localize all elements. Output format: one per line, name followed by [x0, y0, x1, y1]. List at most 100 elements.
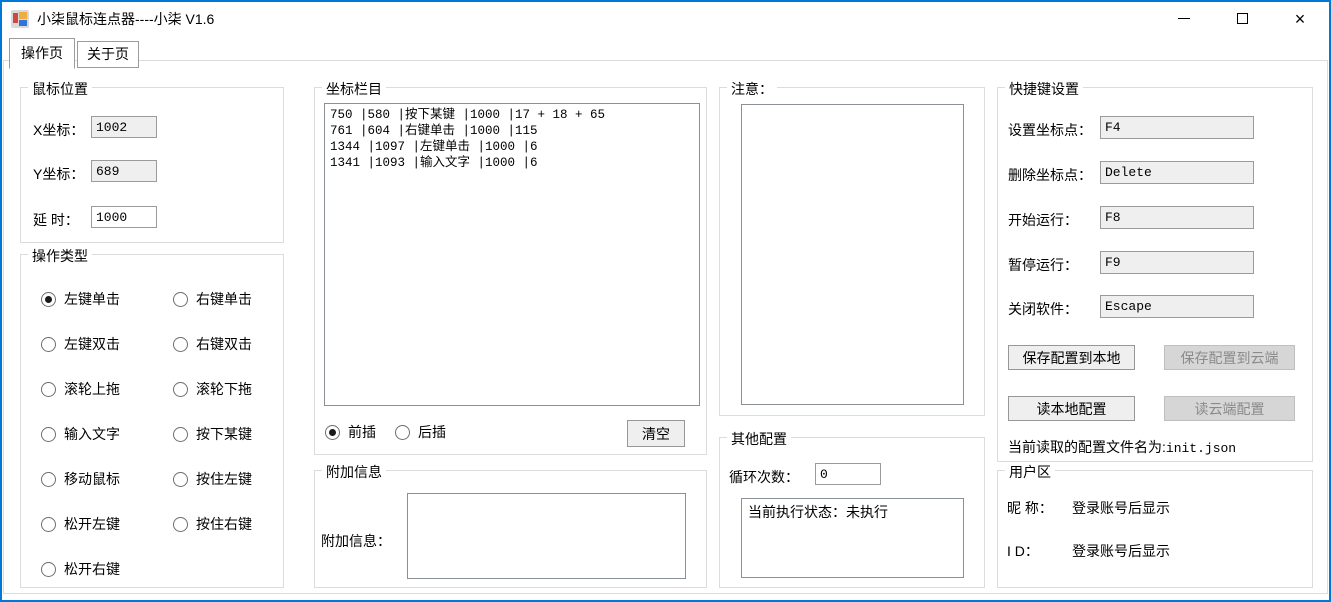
- save-config-local-button[interactable]: 保存配置到本地: [1008, 345, 1135, 370]
- execution-status-text: 当前执行状态：未执行: [748, 504, 888, 520]
- delay-label: 延 时：: [33, 210, 79, 230]
- group-operation-type-title: 操作类型: [28, 246, 92, 266]
- window-title: 小柒鼠标连点器----小柒 V1.6: [37, 9, 214, 29]
- hotkey-start-run-field[interactable]: [1100, 206, 1254, 229]
- radio-label: 松开左键: [64, 514, 120, 534]
- radio-left-double-click[interactable]: 左键双击: [41, 330, 173, 358]
- radio-label: 左键双击: [64, 334, 120, 354]
- y-coordinate-label: Y坐标：: [33, 164, 84, 184]
- radio-move-mouse[interactable]: 移动鼠标: [41, 465, 173, 493]
- radio-left-click[interactable]: 左键单击: [41, 285, 173, 313]
- radio-right-click[interactable]: 右键单击: [173, 285, 252, 313]
- radio-press-key[interactable]: 按下某键: [173, 420, 252, 448]
- radio-hold-right[interactable]: 按住右键: [173, 510, 252, 538]
- window-minimize-icon: [1178, 18, 1190, 19]
- insert-mode-options: 前插 后插: [325, 422, 446, 442]
- hotkey-pause-run-label: 暂停运行：: [1008, 255, 1078, 275]
- clear-button[interactable]: 清空: [627, 420, 685, 447]
- tab-about-page[interactable]: 关于页: [77, 41, 139, 68]
- coordinate-listbox[interactable]: 750 |580 |按下某键 |1000 |17 + 18 + 65 761 |…: [324, 103, 700, 406]
- window-maximize-icon: [1237, 13, 1248, 24]
- group-extra-info: 附加信息 附加信息：: [314, 470, 707, 588]
- group-coordinate-list-title: 坐标栏目: [322, 79, 386, 99]
- x-coordinate-field[interactable]: [91, 116, 157, 138]
- title-bar: 小柒鼠标连点器----小柒 V1.6 ×: [2, 2, 1329, 35]
- radio-label: 右键单击: [196, 289, 252, 309]
- hotkey-close-app-label: 关闭软件：: [1008, 299, 1078, 319]
- radio-label: 移动鼠标: [64, 469, 120, 489]
- group-hotkey-settings-title: 快捷键设置: [1005, 79, 1083, 99]
- radio-hold-left[interactable]: 按住左键: [173, 465, 252, 493]
- app-grid-icon: [11, 10, 29, 28]
- tab-operation-page[interactable]: 操作页: [9, 38, 75, 69]
- y-coordinate-field[interactable]: [91, 160, 157, 182]
- read-config-local-button[interactable]: 读本地配置: [1008, 396, 1135, 421]
- window-close-icon: ×: [1295, 10, 1306, 28]
- group-hotkey-settings: 快捷键设置 设置坐标点： 删除坐标点： 开始运行： 暂停运行： 关闭软件： 保存…: [997, 87, 1313, 462]
- radio-label: 左键单击: [64, 289, 120, 309]
- group-extra-info-title: 附加信息: [322, 462, 386, 482]
- tab-strip: 操作页 关于页: [9, 38, 141, 68]
- radio-icon: [173, 337, 188, 352]
- group-notice-title: 注意：: [727, 79, 777, 99]
- radio-icon: [395, 425, 410, 440]
- radio-icon: [41, 337, 56, 352]
- radio-right-double-click[interactable]: 右键双击: [173, 330, 252, 358]
- radio-label: 松开右键: [64, 559, 120, 579]
- hotkey-start-run-label: 开始运行：: [1008, 210, 1078, 230]
- delay-field[interactable]: [91, 206, 157, 228]
- radio-input-text[interactable]: 输入文字: [41, 420, 173, 448]
- window-controls: ×: [1155, 2, 1329, 35]
- radio-icon: [173, 472, 188, 487]
- radio-scroll-down[interactable]: 滚轮下拖: [173, 375, 252, 403]
- nickname-label: 昵 称：: [1007, 498, 1053, 518]
- group-coordinate-list: 坐标栏目 750 |580 |按下某键 |1000 |17 + 18 + 65 …: [314, 87, 707, 455]
- coordinate-list-item[interactable]: 1341 |1093 |输入文字 |1000 |6: [330, 155, 694, 171]
- radio-icon: [41, 472, 56, 487]
- read-config-cloud-button: 读云端配置: [1164, 396, 1295, 421]
- radio-insert-back[interactable]: 后插: [395, 422, 446, 442]
- radio-label: 后插: [418, 422, 446, 442]
- notice-textbox[interactable]: [741, 104, 964, 405]
- radio-icon: [173, 517, 188, 532]
- group-user-area: 用户区 昵 称： 登录账号后显示 I D： 登录账号后显示: [997, 470, 1313, 588]
- group-notice: 注意：: [719, 87, 985, 416]
- group-operation-type: 操作类型 左键单击 右键单击 左键双击 右键双击 滚轮上拖 滚轮下拖 输入文字 …: [20, 254, 284, 588]
- radio-release-right[interactable]: 松开右键: [41, 555, 173, 583]
- hotkey-close-app-field[interactable]: [1100, 295, 1254, 318]
- radio-icon: [41, 517, 56, 532]
- radio-scroll-up[interactable]: 滚轮上拖: [41, 375, 173, 403]
- config-file-line: 当前读取的配置文件名为:init.json: [1008, 437, 1236, 457]
- radio-icon: [41, 427, 56, 442]
- coordinate-list-item[interactable]: 1344 |1097 |左键单击 |1000 |6: [330, 139, 694, 155]
- radio-insert-front[interactable]: 前插: [325, 422, 376, 442]
- radio-label: 输入文字: [64, 424, 120, 444]
- radio-label: 按下某键: [196, 424, 252, 444]
- radio-label: 滚轮下拖: [196, 379, 252, 399]
- radio-icon: [41, 292, 56, 307]
- radio-label: 右键双击: [196, 334, 252, 354]
- hotkey-delete-point-field[interactable]: [1100, 161, 1254, 184]
- execution-status-box: 当前执行状态：未执行: [741, 498, 964, 578]
- hotkey-pause-run-field[interactable]: [1100, 251, 1254, 274]
- coordinate-list-item[interactable]: 761 |604 |右键单击 |1000 |115: [330, 123, 694, 139]
- coordinate-list-item[interactable]: 750 |580 |按下某键 |1000 |17 + 18 + 65: [330, 107, 694, 123]
- minimize-button[interactable]: [1155, 2, 1213, 35]
- loop-count-label: 循环次数：: [729, 467, 799, 487]
- radio-label: 滚轮上拖: [64, 379, 120, 399]
- group-other-config-title: 其他配置: [727, 429, 791, 449]
- save-config-cloud-button: 保存配置到云端: [1164, 345, 1295, 370]
- radio-label: 按住右键: [196, 514, 252, 534]
- loop-count-field[interactable]: [815, 463, 881, 485]
- hotkey-set-point-field[interactable]: [1100, 116, 1254, 139]
- user-id-label: I D：: [1007, 541, 1039, 561]
- extra-info-textbox[interactable]: [407, 493, 686, 579]
- radio-label: 前插: [348, 422, 376, 442]
- radio-icon: [325, 425, 340, 440]
- radio-release-left[interactable]: 松开左键: [41, 510, 173, 538]
- radio-icon: [173, 292, 188, 307]
- maximize-button[interactable]: [1213, 2, 1271, 35]
- hotkey-delete-point-label: 删除坐标点：: [1008, 165, 1092, 185]
- close-button[interactable]: ×: [1271, 2, 1329, 35]
- hotkey-set-point-label: 设置坐标点：: [1008, 120, 1092, 140]
